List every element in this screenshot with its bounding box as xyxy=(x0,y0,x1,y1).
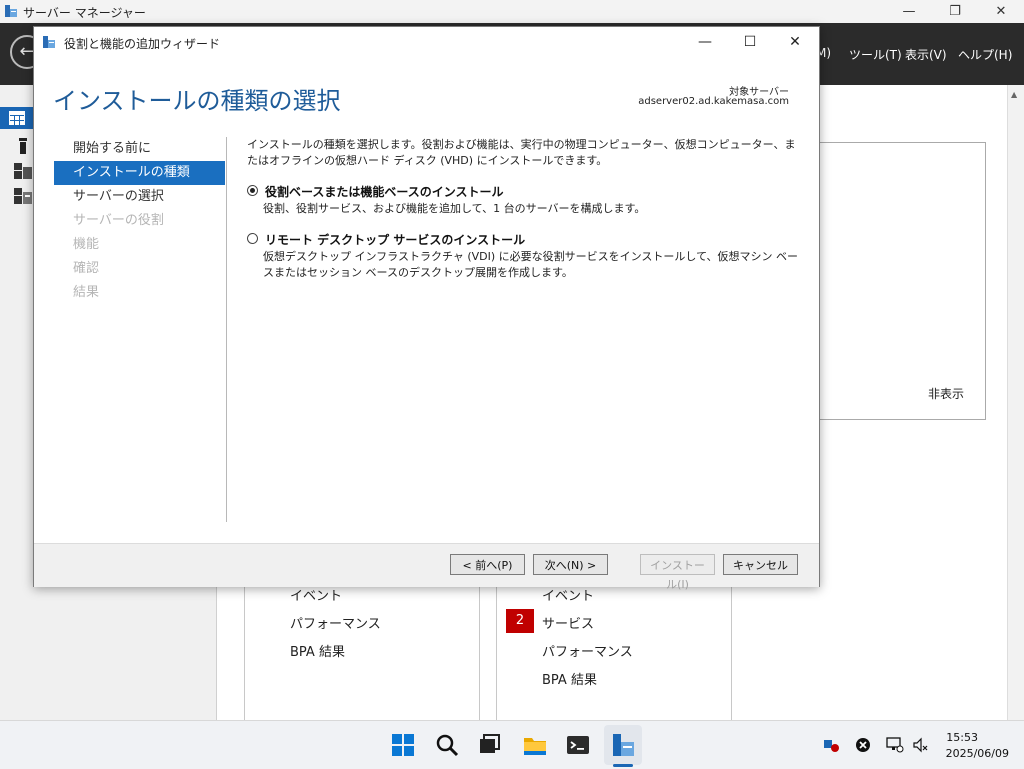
wizard-title: 役割と機能の追加ウィザード xyxy=(64,37,221,51)
search-icon[interactable] xyxy=(433,731,461,759)
tile-left-events[interactable]: イベント xyxy=(290,585,342,604)
close-button[interactable]: ✕ xyxy=(978,0,1024,23)
active-app-indicator xyxy=(613,764,633,767)
nav-item-server-selection[interactable]: サーバーの選択 xyxy=(54,185,225,209)
scroll-up-arrow-icon[interactable]: ▲ xyxy=(1011,90,1017,99)
local-server-icon[interactable] xyxy=(18,138,28,154)
installation-type-description: インストールの種類を選択します。役割および機能は、実行中の物理コンピューター、仮… xyxy=(247,138,796,167)
nav-item-confirmation: 確認 xyxy=(73,261,100,276)
tile-left-bpa[interactable]: BPA 結果 xyxy=(290,641,345,660)
wizard-app-icon xyxy=(43,36,55,48)
volume-muted-icon[interactable] xyxy=(912,737,930,753)
nav-divider xyxy=(226,137,227,522)
nav-item-results: 結果 xyxy=(73,285,100,300)
hide-link[interactable]: 非表示 xyxy=(928,385,964,402)
install-button: インストール(I) xyxy=(640,554,715,591)
wizard-titlebar: 役割と機能の追加ウィザード — ☐ ✕ xyxy=(34,27,819,57)
menu-help[interactable]: ヘルプ(H) xyxy=(958,46,1012,64)
page-heading: インストールの種類の選択 xyxy=(53,87,341,115)
task-view-icon[interactable] xyxy=(475,731,503,759)
error-notification-icon[interactable] xyxy=(854,737,872,753)
tile-right-performance[interactable]: パフォーマンス xyxy=(542,641,633,660)
tile-left-performance[interactable]: パフォーマンス xyxy=(290,613,381,632)
nav-item-server-roles: サーバーの役割 xyxy=(73,213,164,228)
file-services-icon[interactable] xyxy=(14,188,32,204)
option-role-based[interactable]: 役割ベースまたは機能ベースのインストール 役割、役割サービス、および機能を追加し… xyxy=(247,183,797,217)
remote-desktop-desc: 仮想デスクトップ インフラストラクチャ (VDI) に必要な役割サービスをインス… xyxy=(263,250,799,279)
wizard-maximize-button[interactable]: ☐ xyxy=(727,27,773,57)
dashboard-icon xyxy=(9,111,25,125)
minimize-button[interactable]: — xyxy=(886,0,932,23)
server-manager-title: サーバー マネージャー xyxy=(23,6,146,20)
option-remote-desktop[interactable]: リモート デスクトップ サービスのインストール 仮想デスクトップ インフラストラ… xyxy=(247,231,798,281)
tile-right-services[interactable]: サービス xyxy=(542,613,594,632)
menu-view[interactable]: 表示(V) xyxy=(905,46,947,64)
all-servers-icon[interactable] xyxy=(14,163,32,179)
start-windows-icon[interactable] xyxy=(389,731,417,759)
role-based-radio[interactable] xyxy=(247,185,258,196)
server-manager-taskbar-icon[interactable] xyxy=(609,731,637,759)
clock-time[interactable]: 15:53 xyxy=(946,731,978,744)
role-based-label[interactable]: 役割ベースまたは機能ベースのインストール xyxy=(265,183,504,200)
prev-button[interactable]: < 前へ(P) xyxy=(450,554,525,575)
role-based-desc: 役割、役割サービス、および機能を追加して、1 台のサーバーを構成します。 xyxy=(263,202,646,215)
wizard-close-button[interactable]: ✕ xyxy=(772,27,818,57)
server-tile-left: イベント パフォーマンス BPA 結果 xyxy=(244,585,480,721)
server-manager-titlebar: サーバー マネージャー — ❐ ✕ xyxy=(0,0,1024,23)
server-tile-right: イベント 2 サービス パフォーマンス BPA 結果 xyxy=(496,585,732,721)
network-disconnected-icon[interactable] xyxy=(886,737,904,753)
server-manager-icon xyxy=(5,5,17,17)
file-explorer-icon[interactable] xyxy=(521,731,549,759)
wizard-content: インストールの種類を選択します。役割および機能は、実行中の物理コンピューター、仮… xyxy=(247,137,798,279)
remote-desktop-label[interactable]: リモート デスクトップ サービスのインストール xyxy=(265,231,525,248)
remote-desktop-radio[interactable] xyxy=(247,233,258,244)
restore-button[interactable]: ❐ xyxy=(932,0,978,23)
services-alert-badge: 2 xyxy=(506,609,534,633)
sidebar-item-dashboard[interactable] xyxy=(0,107,34,129)
wizard-footer: < 前へ(P) 次へ(N) > インストール(I) キャンセル xyxy=(34,543,819,591)
add-roles-wizard-dialog: 役割と機能の追加ウィザード — ☐ ✕ インストールの種類の選択 対象サーバー … xyxy=(33,26,820,591)
taskbar: 15:53 2025/06/09 xyxy=(0,720,1024,769)
nav-item-features: 機能 xyxy=(73,237,100,252)
cancel-button[interactable]: キャンセル xyxy=(723,554,798,575)
menu-tools[interactable]: ツール(T) xyxy=(849,46,902,64)
wizard-minimize-button[interactable]: — xyxy=(682,27,728,57)
network-security-icon[interactable] xyxy=(822,737,840,753)
terminal-icon[interactable] xyxy=(564,731,592,759)
clock-date[interactable]: 2025/06/09 xyxy=(946,747,1009,760)
welcome-panel xyxy=(806,142,986,420)
target-server-value: adserver02.ad.kakemasa.com xyxy=(638,96,789,107)
next-button[interactable]: 次へ(N) > xyxy=(533,554,608,575)
tile-right-events[interactable]: イベント xyxy=(542,585,594,604)
tile-right-bpa[interactable]: BPA 結果 xyxy=(542,669,597,688)
main-scrollbar[interactable]: ▲ xyxy=(1007,85,1024,720)
nav-item-before-you-begin[interactable]: 開始する前に xyxy=(54,137,225,161)
nav-item-installation-type[interactable]: インストールの種類 xyxy=(54,161,225,185)
wizard-nav: 開始する前に インストールの種類 サーバーの選択 サーバーの役割 機能 確認 結… xyxy=(54,137,225,305)
